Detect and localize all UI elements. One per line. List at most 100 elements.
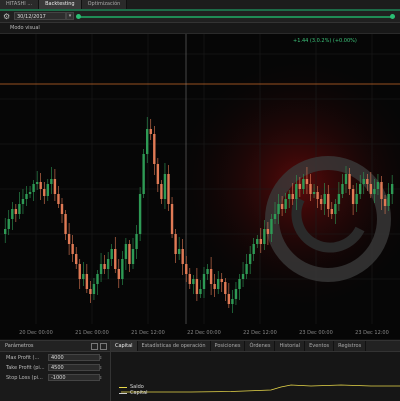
candle-body (202, 274, 206, 289)
param-label: Stop Loss (pi... (6, 375, 43, 381)
candle-body (209, 269, 213, 284)
x-axis-label: 23 Dec 12:00 (355, 330, 389, 336)
candle-body (383, 199, 387, 206)
candle-body (270, 219, 273, 234)
param-field: Max Profit (... 4000 ⇕ (4, 354, 104, 362)
parameters-panel: Parámetros Max Profit (... 4000 ⇕ Take P… (0, 341, 111, 401)
candle-body (67, 234, 71, 244)
tab-backtesting[interactable]: Backtesting (39, 0, 82, 9)
candle-body (135, 234, 138, 249)
candle-body (206, 269, 209, 274)
candle-body (312, 192, 316, 194)
candle-body (298, 184, 302, 189)
param-input[interactable]: 4000 (48, 354, 100, 361)
candle-body (266, 229, 270, 234)
legend-label: Capital (130, 390, 148, 396)
timeline-slider-end-handle[interactable] (390, 14, 395, 19)
candle-body (330, 209, 333, 214)
candle-body (53, 179, 57, 194)
candle-body (114, 249, 117, 269)
tab-symbol[interactable]: HITASHI ... (0, 0, 40, 9)
x-axis-label: 21 Dec 12:00 (131, 330, 165, 336)
candle-body (96, 274, 99, 284)
results-panel: Capital Estadísticas de operación Posici… (111, 341, 400, 401)
candle-body (142, 154, 145, 194)
candlestick-svg[interactable]: 20 Dec 00:00 21 Dec 00:00 21 Dec 12:00 22 D… (0, 34, 400, 339)
gear-icon[interactable]: ⚙ (3, 12, 12, 21)
candle-body (32, 184, 35, 192)
price-readout: +1.44 (3.0.2%) (+0.00%) (293, 38, 357, 44)
param-field: Take Profit (pi... 4500 ⇕ (4, 364, 104, 372)
candle-body (348, 174, 351, 189)
candle-body (217, 279, 220, 289)
candle-body (199, 289, 202, 294)
candle-body (305, 179, 309, 184)
restore-icon[interactable] (91, 343, 98, 350)
timeline-slider[interactable] (80, 16, 392, 18)
spinner-icon[interactable]: ⇕ (99, 355, 102, 361)
chevron-down-icon[interactable]: ▾ (66, 12, 74, 20)
tab-capital[interactable]: Capital (111, 341, 138, 351)
candle-body (110, 249, 113, 259)
capital-chart[interactable] (111, 352, 400, 401)
candle-body (387, 194, 390, 206)
candle-body (121, 259, 124, 279)
candle-body (259, 239, 262, 244)
candle-body (181, 249, 184, 264)
candle-body (146, 129, 149, 154)
candle-body (369, 184, 373, 194)
candle-body (138, 194, 142, 234)
results-tabs: Capital Estadísticas de operación Posici… (111, 341, 400, 352)
candle-body (99, 264, 103, 274)
candle-body (373, 189, 376, 194)
tab-history[interactable]: Historial (275, 341, 306, 351)
candle-body (288, 194, 291, 199)
tab-events[interactable]: Eventos (305, 341, 335, 351)
candle-body (234, 289, 238, 299)
candle-body (75, 254, 78, 264)
candle-body (25, 194, 28, 199)
candle-body (18, 204, 21, 214)
candle-body (323, 194, 326, 204)
spinner-icon[interactable]: ⇕ (99, 365, 102, 371)
price-chart[interactable]: 20 Dec 00:00 21 Dec 00:00 21 Dec 12:00 22 D… (0, 34, 400, 339)
candle-body (224, 282, 227, 294)
candle-body (192, 279, 195, 284)
spinner-icon[interactable]: ⇕ (99, 375, 102, 381)
candle-body (284, 199, 287, 209)
candle-body (106, 259, 110, 269)
param-input[interactable]: -1000 (48, 374, 100, 381)
candle-body (89, 289, 92, 294)
candle-body (156, 164, 160, 184)
tab-orders[interactable]: Órdenes (245, 341, 276, 351)
candle-body (366, 179, 369, 184)
capital-legend: Saldo Capital (119, 384, 148, 396)
candle-body (248, 254, 252, 264)
timeline-slider-start-handle[interactable] (76, 14, 81, 19)
x-axis-label: 21 Dec 00:00 (75, 330, 109, 336)
tab-trade-stats[interactable]: Estadísticas de operación (138, 341, 211, 351)
candle-body (11, 209, 14, 219)
candle-body (64, 214, 67, 234)
candle-body (14, 209, 18, 214)
tab-positions[interactable]: Posiciones (211, 341, 246, 351)
candle-body (309, 184, 312, 194)
candle-body (238, 279, 241, 289)
param-input[interactable]: 4500 (48, 364, 100, 371)
candle-body (92, 284, 96, 294)
candle-body (231, 299, 234, 304)
date-field[interactable]: 30/12/2017 (14, 12, 66, 20)
candle-body (327, 194, 330, 209)
candle-body (85, 274, 89, 289)
tab-optimization[interactable]: Optimización (81, 0, 128, 9)
candle-body (380, 182, 383, 199)
maximize-icon[interactable] (100, 343, 107, 350)
candle-body (60, 204, 64, 214)
candle-body (117, 269, 120, 279)
param-label: Max Profit (... (6, 355, 40, 361)
candle-body (351, 189, 355, 204)
tab-logs[interactable]: Registros (334, 341, 367, 351)
candle-body (241, 274, 245, 279)
candle-body (280, 204, 284, 209)
candle-body (319, 199, 323, 204)
